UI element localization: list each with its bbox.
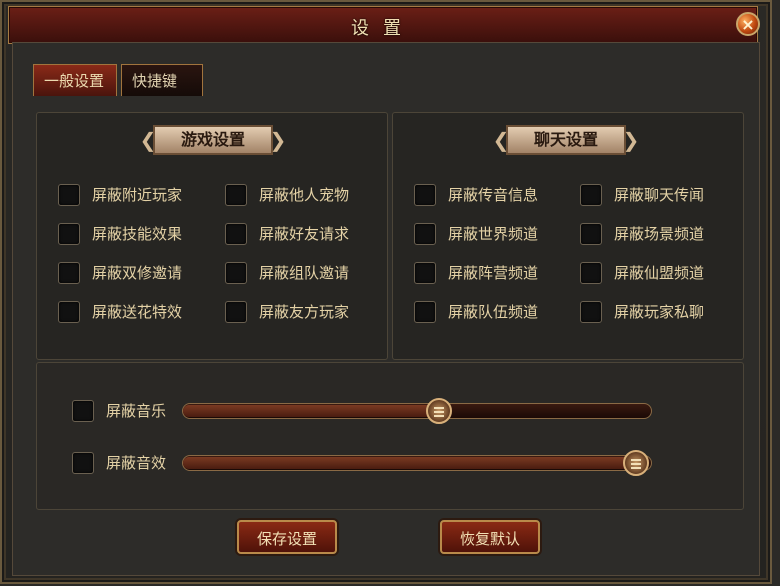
checkbox-hide-skill-effects[interactable] <box>58 223 80 245</box>
option-label: 屏蔽阵营频道 <box>448 264 539 282</box>
option-label: 屏蔽好友请求 <box>259 225 350 243</box>
option-label: 屏蔽组队邀请 <box>259 264 350 282</box>
checkbox-hide-dual-invites[interactable] <box>58 262 80 284</box>
checkbox-hide-team-channel[interactable] <box>414 301 436 323</box>
game-settings-header: ❮ 游戏设置 ❯ <box>137 122 289 158</box>
checkbox-hide-team-invites[interactable] <box>225 262 247 284</box>
tab-hotkeys[interactable]: 快捷键 <box>121 64 203 96</box>
effects-label: 屏蔽音效 <box>106 454 167 472</box>
checkbox-hide-flower-effects[interactable] <box>58 301 80 323</box>
sound-settings-panel <box>36 362 744 510</box>
window-title: 设置 <box>351 18 415 39</box>
tab-general-settings[interactable]: 一般设置 <box>33 64 117 96</box>
ornament-right-icon: ❯ <box>269 128 287 152</box>
checkbox-hide-scene-channel[interactable] <box>580 223 602 245</box>
ornament-right-icon: ❯ <box>622 128 640 152</box>
save-settings-button[interactable]: 保存设置 <box>237 520 337 554</box>
game-settings-title: 游戏设置 <box>153 125 273 155</box>
music-label: 屏蔽音乐 <box>106 402 167 420</box>
checkbox-mute-music[interactable] <box>72 400 94 422</box>
option-label: 屏蔽送花特效 <box>92 303 183 321</box>
option-label: 屏蔽仙盟频道 <box>614 264 705 282</box>
option-label: 屏蔽双修邀请 <box>92 264 183 282</box>
effects-volume-slider[interactable] <box>182 450 652 476</box>
option-label: 屏蔽友方玩家 <box>259 303 350 321</box>
restore-defaults-button[interactable]: 恢复默认 <box>440 520 540 554</box>
checkbox-hide-whisper-messages[interactable] <box>414 184 436 206</box>
checkbox-hide-faction-channel[interactable] <box>414 262 436 284</box>
checkbox-hide-world-channel[interactable] <box>414 223 436 245</box>
checkbox-hide-chat-rumors[interactable] <box>580 184 602 206</box>
music-volume-handle[interactable] <box>425 398 452 424</box>
chat-settings-title: 聊天设置 <box>506 125 626 155</box>
option-label: 屏蔽队伍频道 <box>448 303 539 321</box>
checkbox-hide-private-chat[interactable] <box>580 301 602 323</box>
music-volume-slider[interactable] <box>182 398 652 424</box>
checkbox-hide-friendly-players[interactable] <box>225 301 247 323</box>
checkbox-hide-nearby-players[interactable] <box>58 184 80 206</box>
effects-volume-fill <box>183 457 636 469</box>
option-label: 屏蔽场景频道 <box>614 225 705 243</box>
chat-settings-header: ❮ 聊天设置 ❯ <box>490 122 642 158</box>
option-label: 屏蔽他人宠物 <box>259 186 350 204</box>
option-label: 屏蔽附近玩家 <box>92 186 183 204</box>
option-label: 屏蔽世界频道 <box>448 225 539 243</box>
option-label: 屏蔽传音信息 <box>448 186 539 204</box>
effects-volume-handle[interactable] <box>623 450 649 476</box>
checkbox-mute-effects[interactable] <box>72 452 94 474</box>
checkbox-hide-guild-channel[interactable] <box>580 262 602 284</box>
checkbox-hide-friend-requests[interactable] <box>225 223 247 245</box>
music-volume-fill <box>183 405 439 417</box>
close-icon[interactable]: × <box>736 12 760 36</box>
checkbox-hide-others-pets[interactable] <box>225 184 247 206</box>
option-label: 屏蔽技能效果 <box>92 225 183 243</box>
option-label: 屏蔽玩家私聊 <box>614 303 705 321</box>
title-bar: 设置 <box>8 6 758 44</box>
option-label: 屏蔽聊天传闻 <box>614 186 705 204</box>
